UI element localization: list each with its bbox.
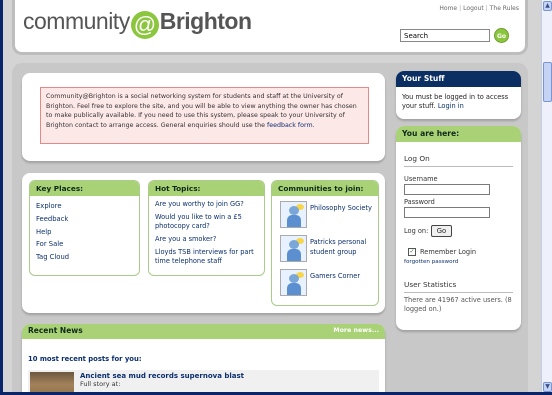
feedback-link[interactable]: Feedback: [36, 215, 68, 223]
news-subtitle: 10 most recent posts for you:: [28, 355, 142, 363]
user-statistics-text: There are 41967 active users. (8 logged …: [404, 296, 512, 313]
logo-brighton-text: Brighton: [159, 8, 252, 34]
key-places-title: Key Places:: [30, 181, 139, 196]
key-places-box: Key Places: Explore Feedback Help For Sa…: [29, 180, 140, 276]
post-title-link[interactable]: Ancient sea mud records supernova blast: [80, 372, 244, 380]
rules-link[interactable]: The Rules: [490, 5, 519, 12]
intro-panel: Community@Brighton is a social networkin…: [22, 73, 385, 161]
username-label: Username: [404, 175, 438, 183]
topic-link[interactable]: Are you a smoker?: [155, 235, 216, 243]
vertical-scrollbar[interactable]: ▲ ▼: [541, 0, 552, 395]
avatar[interactable]: [280, 201, 307, 228]
log-on-label: Log on:: [404, 227, 429, 235]
list-item: Tag Cloud: [36, 251, 133, 264]
recent-news-panel: Recent News More news... 10 most recent …: [22, 324, 385, 395]
feedback-form-link[interactable]: feedback form: [267, 122, 313, 129]
avatar[interactable]: [280, 269, 307, 296]
topic-link[interactable]: Would you like to win a £5 photocopy car…: [155, 213, 242, 231]
search-input[interactable]: [400, 29, 490, 42]
list-item: Feedback: [36, 213, 133, 226]
log-on-button[interactable]: Go: [431, 225, 452, 237]
list-item: Patricks personal student group: [278, 234, 372, 268]
site-header: community @ Brighton Home | Logout | The Rules: [12, 0, 528, 55]
post-body: Full story at:: [80, 380, 121, 388]
topic-link[interactable]: Are you worthy to join GG?: [155, 200, 244, 208]
list-item: Explore: [36, 200, 133, 213]
communities-box: Communities to join: Philosophy Society …: [271, 180, 379, 306]
link-separator: |: [459, 5, 462, 12]
remember-login-label: Remember Login: [420, 248, 477, 256]
list-item: Are you worthy to join GG?: [155, 200, 258, 210]
window-border-left: [0, 0, 3, 395]
logo-community-text: community: [23, 8, 130, 34]
scroll-up-icon[interactable]: ▲: [543, 1, 552, 11]
your-stuff-panel: Your Stuff You must be logged in to acce…: [396, 71, 521, 119]
community-link[interactable]: Gamers Corner: [310, 268, 372, 282]
news-header: Recent News More news...: [22, 324, 385, 339]
you-are-here-title: You are here:: [396, 126, 521, 142]
topic-link[interactable]: Lloyds TSB interviews for part time tele…: [155, 248, 254, 266]
explore-link[interactable]: Explore: [36, 202, 62, 210]
home-link[interactable]: Home: [439, 5, 457, 12]
news-title: Recent News: [28, 326, 83, 335]
password-field[interactable]: [404, 207, 490, 218]
list-item: Help: [36, 226, 133, 239]
top-links: Home | Logout | The Rules: [439, 5, 519, 12]
community-link[interactable]: Philosophy Society: [310, 200, 372, 214]
logout-link[interactable]: Logout: [463, 5, 484, 12]
your-stuff-title: Your Stuff: [396, 71, 521, 87]
forgotten-password-link[interactable]: forgotten password: [404, 259, 458, 265]
list-item: Lloyds TSB interviews for part time tele…: [155, 248, 258, 267]
welcome-text-end: .: [312, 121, 315, 129]
list-item: For Sale: [36, 238, 133, 251]
hot-topics-box: Hot Topics: Are you worthy to join GG? W…: [148, 180, 265, 276]
log-on-heading: Log On: [404, 154, 513, 167]
scroll-thumb[interactable]: [543, 62, 552, 102]
list-item: Would you like to win a £5 photocopy car…: [155, 213, 258, 232]
help-link[interactable]: Help: [36, 228, 52, 236]
avatar[interactable]: [280, 235, 307, 262]
hot-topics-title: Hot Topics:: [149, 181, 264, 196]
password-label: Password: [404, 198, 435, 206]
username-field[interactable]: [404, 184, 490, 195]
list-item: Philosophy Society: [278, 200, 372, 234]
more-news-link[interactable]: More news...: [333, 327, 379, 334]
communities-title: Communities to join:: [272, 181, 378, 196]
your-stuff-body: You must be logged in to access your stu…: [396, 87, 521, 117]
you-are-here-panel: You are here: Log On Username Password L…: [396, 126, 521, 330]
for-sale-link[interactable]: For Sale: [36, 240, 63, 248]
remember-login-checkbox[interactable]: ✓: [408, 248, 416, 256]
link-separator: |: [485, 5, 488, 12]
scroll-down-icon[interactable]: ▼: [543, 382, 552, 392]
search-go-button[interactable]: Go: [494, 28, 509, 43]
community-link[interactable]: Patricks personal student group: [310, 234, 372, 257]
site-logo[interactable]: community @ Brighton: [23, 8, 252, 39]
columns-panel: Key Places: Explore Feedback Help For Sa…: [22, 173, 385, 313]
at-sign-icon: @: [130, 11, 159, 39]
tag-cloud-link[interactable]: Tag Cloud: [36, 253, 69, 261]
welcome-notice: Community@Brighton is a social networkin…: [40, 87, 369, 144]
user-statistics-heading: User Statistics: [404, 280, 513, 293]
login-link[interactable]: Login in: [438, 102, 464, 110]
list-item: Gamers Corner: [278, 268, 372, 302]
list-item: Are you a smoker?: [155, 235, 258, 245]
